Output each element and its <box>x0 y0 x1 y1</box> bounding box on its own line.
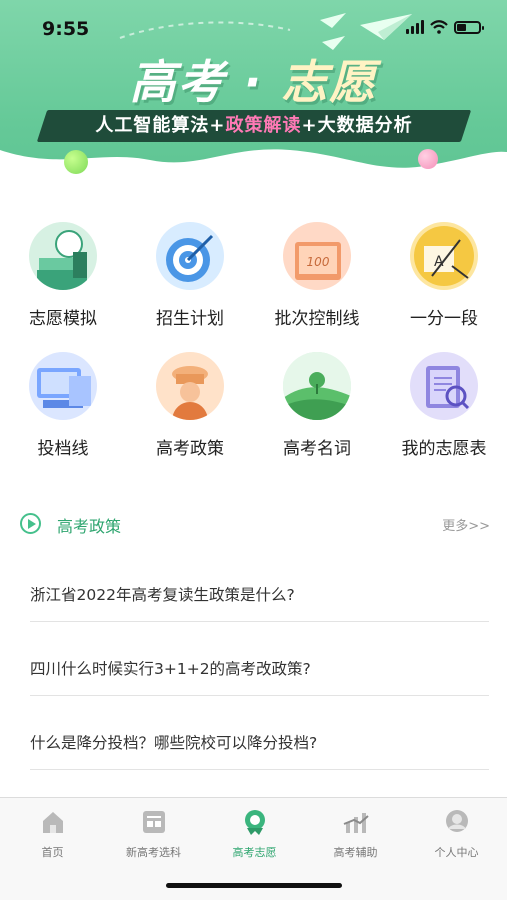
volunteer-simulate-icon <box>29 222 97 290</box>
tab-subject-selection[interactable]: 新高考选科 <box>103 808 204 860</box>
home-indicator[interactable] <box>166 883 342 888</box>
status-icons <box>406 20 484 34</box>
list-item[interactable]: 什么是降分投档？哪些院校可以降分投档? <box>30 696 489 770</box>
status-time: 9:55 <box>42 18 90 40</box>
battery-icon <box>454 20 484 34</box>
policy-icon <box>156 352 224 420</box>
pink-ball-decoration <box>418 149 438 169</box>
wifi-icon <box>430 20 448 34</box>
green-ball-decoration <box>64 150 88 174</box>
tab-home[interactable]: 首页 <box>2 808 103 860</box>
policy-section-header: 高考政策 更多>> <box>20 510 490 538</box>
target-icon <box>156 222 224 290</box>
computer-icon <box>29 352 97 420</box>
more-link[interactable]: 更多>> <box>442 515 490 534</box>
svg-text:100: 100 <box>307 255 330 269</box>
subject-icon <box>142 811 165 833</box>
grid-item-gaokao-terms[interactable]: 高考名词 <box>254 352 380 459</box>
volunteer-icon <box>244 810 265 835</box>
hero-tagline: 人工智能算法+政策解读+大数据分析 <box>95 115 413 136</box>
grid-item-enrollment-plan[interactable]: 招生计划 <box>127 222 253 329</box>
policy-news-list: 浙江省2022年高考复读生政策是什么? 四川什么时候实行3+1+2的高考改政策?… <box>30 548 489 770</box>
score-line-icon: 100 <box>283 222 351 290</box>
svg-text:A: A <box>434 254 444 270</box>
play-circle-icon <box>20 513 41 534</box>
user-icon <box>445 810 468 832</box>
status-bar: 9:55 <box>0 0 507 56</box>
landscape-icon <box>283 352 351 420</box>
tab-gaokao-volunteer[interactable]: 高考志愿 <box>204 808 305 860</box>
grid-item-filing-line[interactable]: 投档线 <box>0 352 126 459</box>
my-list-icon <box>410 352 478 420</box>
section-title: 高考政策 <box>57 517 122 536</box>
grid-item-score-segment[interactable]: A 一分一段 <box>381 222 507 329</box>
ranking-icon: A <box>410 222 478 290</box>
grid-item-my-volunteer-list[interactable]: 我的志愿表 <box>381 352 507 459</box>
list-item[interactable]: 浙江省2022年高考复读生政策是什么? <box>30 548 489 622</box>
list-item[interactable]: 四川什么时候实行3+1+2的高考改政策? <box>30 622 489 696</box>
grid-item-batch-line[interactable]: 100 批次控制线 <box>254 222 380 329</box>
signal-icon <box>406 20 424 34</box>
grid-item-volunteer-simulate[interactable]: 志愿模拟 <box>0 222 126 329</box>
assist-icon <box>343 813 369 833</box>
tab-personal-center[interactable]: 个人中心 <box>406 808 507 860</box>
tab-gaokao-assist[interactable]: 高考辅助 <box>305 808 406 860</box>
grid-item-gaokao-policy[interactable]: 高考政策 <box>127 352 253 459</box>
home-icon <box>42 812 63 833</box>
